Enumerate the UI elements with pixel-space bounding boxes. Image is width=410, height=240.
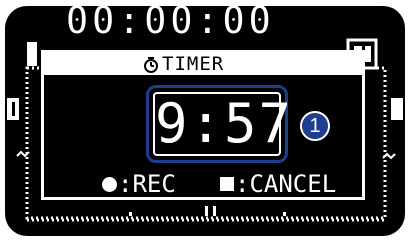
timer-dialog: TIMER 9:57 1 :REC :CANCEL bbox=[41, 50, 365, 200]
left-bracket bbox=[27, 42, 37, 66]
timer-value-highlight[interactable]: 9:57 bbox=[146, 85, 291, 163]
rec-hint: :REC bbox=[118, 170, 176, 198]
cancel-hint: :CANCEL bbox=[235, 170, 337, 198]
dialog-title: TIMER bbox=[162, 53, 225, 75]
background-counter: 00:00:00 bbox=[64, 6, 274, 45]
stop-icon bbox=[220, 177, 234, 191]
callout-badge: 1 bbox=[300, 111, 330, 141]
timer-icon bbox=[144, 57, 158, 73]
timer-value-frame: 9:57 bbox=[153, 92, 291, 156]
dialog-title-bar: TIMER bbox=[44, 53, 362, 75]
dialog-footer: :REC :CANCEL bbox=[44, 169, 362, 198]
device-screen: 00:00:00 TIMER 9:57 1 :REC :CANCEL bbox=[5, 6, 405, 236]
track-marker-right bbox=[391, 98, 403, 120]
record-icon bbox=[102, 177, 117, 192]
timer-value[interactable]: 9:57 bbox=[155, 94, 291, 154]
